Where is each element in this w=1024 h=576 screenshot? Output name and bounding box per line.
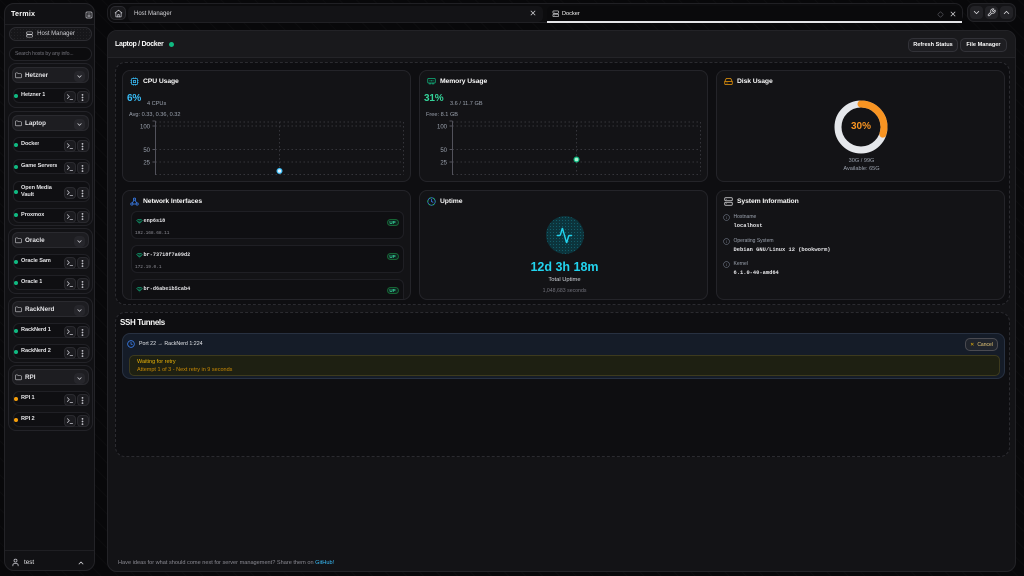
svg-text:50: 50 xyxy=(440,148,447,154)
svg-text:25: 25 xyxy=(440,161,447,167)
svg-text:100: 100 xyxy=(140,125,151,131)
svg-text:100: 100 xyxy=(437,125,448,131)
svg-text:50: 50 xyxy=(143,148,150,154)
svg-text:25: 25 xyxy=(143,161,150,167)
